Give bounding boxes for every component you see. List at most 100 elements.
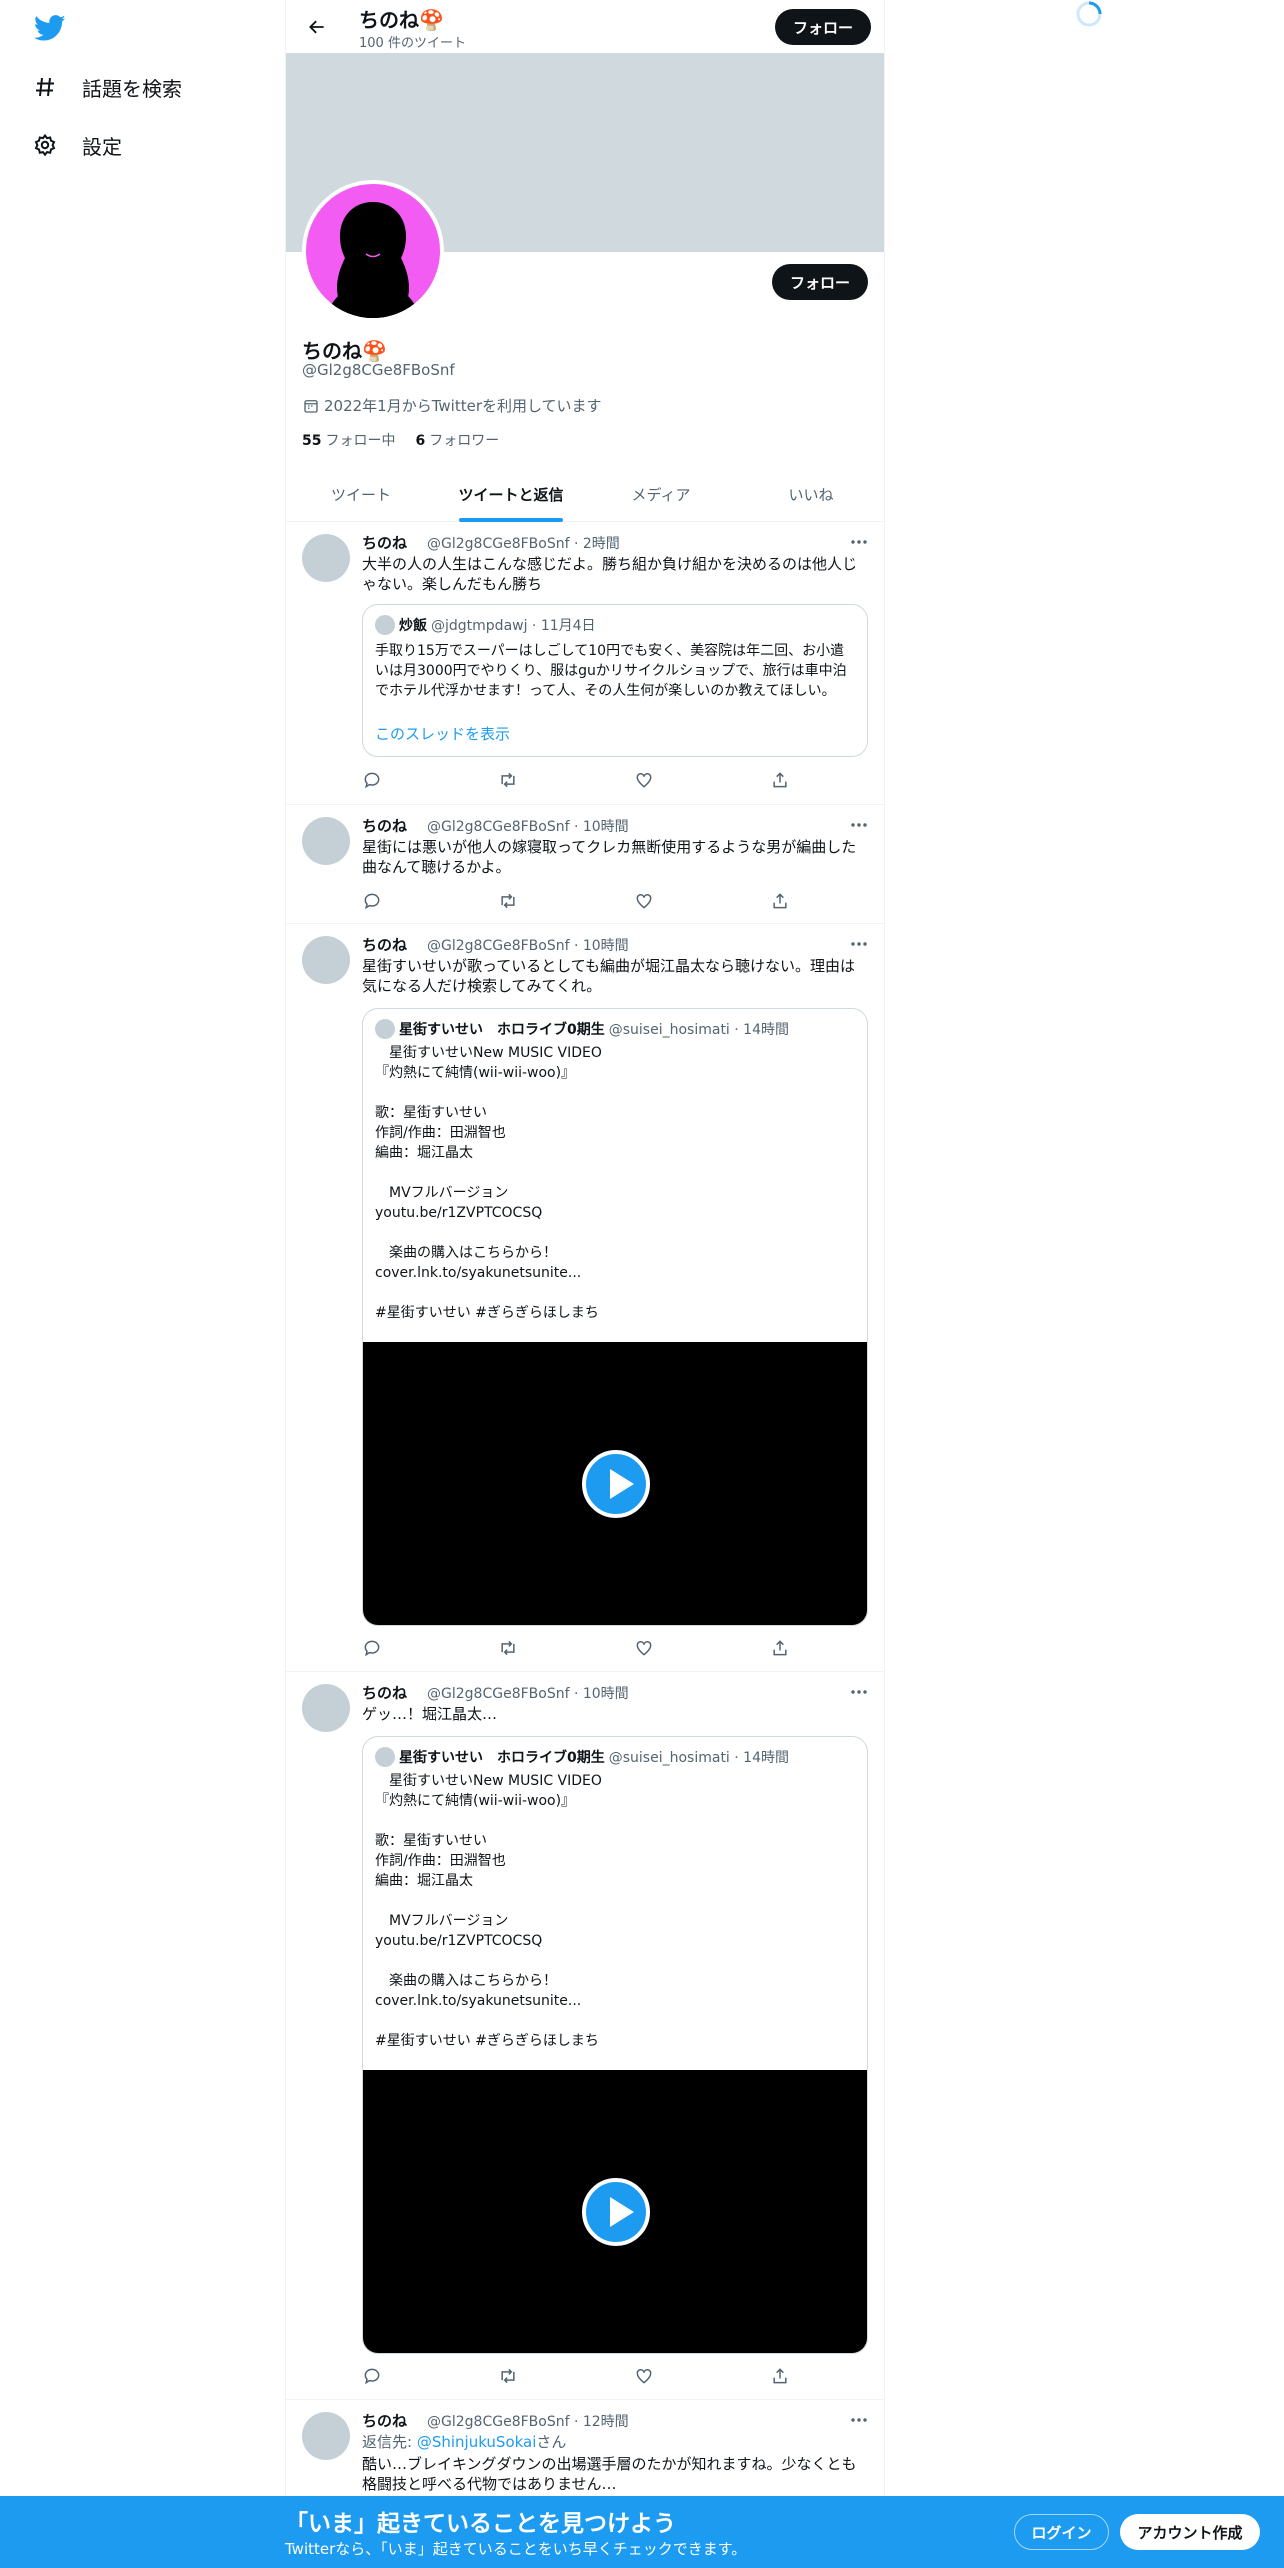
- video-player[interactable]: [363, 2070, 867, 2353]
- author-name[interactable]: ちのね: [362, 532, 407, 553]
- share-icon[interactable]: [770, 891, 790, 911]
- tweet-text: 星街には悪いが他人の嫁寝取ってクレカ無断使用するような男が編曲した曲なんて聴ける…: [362, 838, 857, 876]
- quote-tweet[interactable]: 星街すいせい ホロライブ0期生 @suisei_hosimati · 14時間 星…: [362, 1008, 868, 1626]
- author-name[interactable]: ちのね: [362, 2410, 407, 2431]
- quote-header: 炒飯 @jdgtmpdawj · 11月4日: [375, 615, 596, 635]
- loading-spinner-icon: [1076, 1, 1102, 27]
- reply-icon[interactable]: [362, 2366, 382, 2386]
- avatar[interactable]: [302, 936, 350, 984]
- like-icon[interactable]: [634, 770, 654, 790]
- tweet-header: ちのね @Gl2g8CGe8FBoSnf · 12時間: [362, 2410, 629, 2431]
- share-icon[interactable]: [770, 770, 790, 790]
- author-meta[interactable]: @Gl2g8CGe8FBoSnf · 10時間: [427, 1683, 629, 1703]
- profile-column: ちのね🍄 100 件のツイート フォロー フォロー ちのね🍄 @Gl2g8CGe…: [285, 0, 885, 2568]
- tweet[interactable]: ちのね @Gl2g8CGe8FBoSnf · 10時間 星街には悪いが他人の嫁寝取…: [286, 805, 884, 924]
- reply-icon[interactable]: [362, 1638, 382, 1658]
- quote-author-meta: @suisei_hosimati · 14時間: [608, 1022, 789, 1038]
- reply-to-link[interactable]: @ShinjukuSokai: [417, 2433, 537, 2451]
- author-name[interactable]: ちのね: [362, 1682, 407, 1703]
- profile-follow-button[interactable]: フォロー: [771, 264, 868, 300]
- reply-icon[interactable]: [362, 770, 382, 790]
- quote-author-meta: @suisei_hosimati · 14時間: [608, 1750, 789, 1766]
- following-label: フォロー中: [325, 433, 396, 449]
- tab-media[interactable]: メディア: [586, 468, 736, 521]
- tweet[interactable]: ちのね @Gl2g8CGe8FBoSnf · 2時間 大半の人の人生はこんな感じだ…: [286, 522, 884, 805]
- like-icon[interactable]: [634, 891, 654, 911]
- quote-text: 星街すいせいNew MUSIC VIDEO 『灼熱にて純情(wii-wii-wo…: [375, 1773, 602, 2049]
- tweet-text: ゲッ…！堀江晶太…: [362, 1705, 498, 1723]
- profile-name: ちのね🍄: [302, 339, 387, 363]
- reply-prefix: 返信先:: [362, 2433, 417, 2451]
- retweet-icon[interactable]: [498, 2366, 518, 2386]
- more-icon[interactable]: [848, 2410, 870, 2430]
- more-icon[interactable]: [848, 934, 870, 954]
- quote-author-meta: @jdgtmpdawj · 11月4日: [431, 618, 596, 634]
- followers-count: 6: [415, 433, 426, 449]
- join-date: 2022年1月からTwitterを利用しています: [302, 395, 602, 416]
- play-icon[interactable]: [582, 1450, 650, 1518]
- tweet[interactable]: ちのね @Gl2g8CGe8FBoSnf · 10時間 ゲッ…！堀江晶太… 星街す…: [286, 1672, 884, 2400]
- nav-item-label: 設定: [82, 134, 122, 159]
- reply-icon[interactable]: [362, 891, 382, 911]
- video-player[interactable]: [363, 1342, 867, 1625]
- tab-tweets[interactable]: ツイート: [286, 468, 436, 521]
- tweet[interactable]: ちのね @Gl2g8CGe8FBoSnf · 10時間 星街すいせいが歌っていると…: [286, 924, 884, 1672]
- profile-handle: @Gl2g8CGe8FBoSnf: [302, 361, 455, 379]
- tweet-header: ちのね @Gl2g8CGe8FBoSnf · 10時間: [362, 815, 629, 836]
- quote-tweet[interactable]: 炒飯 @jdgtmpdawj · 11月4日 手取り15万でスーパーはしごして10…: [362, 604, 868, 757]
- follow-stats: 55 フォロー中 6 フォロワー: [302, 430, 519, 450]
- tab-tweets-and-replies[interactable]: ツイートと返信: [436, 468, 586, 521]
- following-count: 55: [302, 433, 322, 449]
- author-meta[interactable]: @Gl2g8CGe8FBoSnf · 2時間: [427, 533, 620, 553]
- quote-text: 手取り15万でスーパーはしごして10円でも安く、美容院は年二回、お小遣いは月30…: [375, 643, 847, 699]
- followers-link[interactable]: 6 フォロワー: [415, 430, 499, 450]
- twitter-bird-icon[interactable]: [32, 12, 68, 44]
- banner-title: 「いま」起きていることを見つけよう: [285, 2511, 676, 2537]
- signup-button[interactable]: アカウント作成: [1120, 2514, 1260, 2550]
- login-button[interactable]: ログイン: [1014, 2514, 1109, 2550]
- tweet-actions: [362, 1638, 787, 1658]
- more-icon[interactable]: [848, 815, 870, 835]
- retweet-icon[interactable]: [498, 770, 518, 790]
- tweet-text: 星街すいせいが歌っているとしても編曲が堀江晶太なら聴けない。理由は気になる人だけ…: [362, 957, 856, 995]
- nav-item-settings[interactable]: 設定: [32, 125, 122, 165]
- quote-avatar: [375, 1019, 395, 1039]
- retweet-icon[interactable]: [498, 891, 518, 911]
- header-name: ちのね🍄: [359, 8, 444, 32]
- share-icon[interactable]: [770, 1638, 790, 1658]
- avatar[interactable]: [302, 2412, 350, 2460]
- hashtag-icon: [32, 74, 58, 100]
- profile-avatar[interactable]: [302, 180, 444, 322]
- like-icon[interactable]: [634, 1638, 654, 1658]
- avatar[interactable]: [302, 1684, 350, 1732]
- tweet-actions: [362, 2366, 787, 2386]
- tweet-header: ちのね @Gl2g8CGe8FBoSnf · 10時間: [362, 934, 629, 955]
- show-thread-link[interactable]: このスレッドを表示: [375, 723, 510, 744]
- quote-author-name: 炒飯: [399, 618, 427, 634]
- more-icon[interactable]: [848, 1682, 870, 1702]
- play-icon[interactable]: [582, 2178, 650, 2246]
- quote-author-name: 星街すいせい ホロライブ0期生: [399, 1750, 605, 1766]
- author-meta[interactable]: @Gl2g8CGe8FBoSnf · 10時間: [427, 935, 629, 955]
- tweet-actions: [362, 770, 787, 790]
- author-meta[interactable]: @Gl2g8CGe8FBoSnf · 10時間: [427, 816, 629, 836]
- retweet-icon[interactable]: [498, 1638, 518, 1658]
- following-link[interactable]: 55 フォロー中: [302, 430, 395, 450]
- back-arrow-icon[interactable]: [302, 12, 332, 42]
- more-icon[interactable]: [848, 532, 870, 552]
- author-meta[interactable]: @Gl2g8CGe8FBoSnf · 12時間: [427, 2411, 629, 2431]
- reply-suffix: さん: [536, 2433, 567, 2451]
- like-icon[interactable]: [634, 2366, 654, 2386]
- author-name[interactable]: ちのね: [362, 934, 407, 955]
- avatar[interactable]: [302, 534, 350, 582]
- reply-context: 返信先: @ShinjukuSokaiさん: [362, 2432, 870, 2452]
- share-icon[interactable]: [770, 2366, 790, 2386]
- author-name[interactable]: ちのね: [362, 815, 407, 836]
- tab-likes[interactable]: いいね: [736, 468, 884, 521]
- quote-tweet[interactable]: 星街すいせい ホロライブ0期生 @suisei_hosimati · 14時間 星…: [362, 1736, 868, 2354]
- avatar[interactable]: [302, 817, 350, 865]
- quote-header: 星街すいせい ホロライブ0期生 @suisei_hosimati · 14時間: [375, 1019, 789, 1039]
- nav-item-explore[interactable]: 話題を検索: [32, 67, 182, 107]
- header-follow-button[interactable]: フォロー: [774, 9, 871, 45]
- tweet-text: 酷い…ブレイキングダウンの出場選手層のたかが知れますね。少なくとも格闘技と呼べる…: [362, 2455, 857, 2493]
